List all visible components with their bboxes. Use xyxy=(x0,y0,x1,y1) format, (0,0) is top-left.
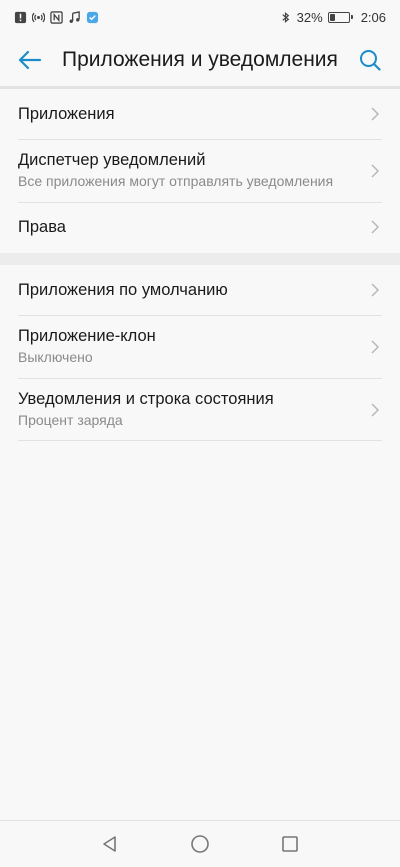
battery-percent: 32% xyxy=(296,9,323,25)
settings-screen: 32% 2:06 Приложения и уведомления Прилож… xyxy=(0,0,400,867)
list-item-subtitle: Все приложения могут отправлять уведомле… xyxy=(18,173,334,189)
status-bar: 32% 2:06 xyxy=(0,0,400,34)
list-item-title: Приложение-клон xyxy=(18,327,156,345)
music-note-icon xyxy=(69,10,80,23)
home-circle-icon xyxy=(191,835,209,853)
list-item-default-apps[interactable]: Приложения по умолчанию xyxy=(0,265,400,315)
app-header: Приложения и уведомления xyxy=(0,34,400,86)
settings-group-1: Приложения Диспетчер уведомлений Все при… xyxy=(0,89,400,252)
navigation-bar xyxy=(0,820,400,867)
list-item-subtitle: Процент заряда xyxy=(18,412,123,428)
chevron-right-icon xyxy=(371,402,380,417)
chevron-right-icon xyxy=(371,163,380,178)
list-item-title: Права xyxy=(18,217,66,236)
nfc-icon xyxy=(50,10,63,24)
clock: 2:06 xyxy=(360,9,386,25)
battery-level-fill xyxy=(329,13,336,21)
group-separator xyxy=(0,253,400,265)
nav-recents-button[interactable] xyxy=(279,833,301,855)
list-item-title: Приложения xyxy=(18,104,115,123)
nav-back-button[interactable] xyxy=(99,833,121,855)
list-item-title: Диспетчер уведомлений xyxy=(18,151,206,169)
status-left-icons xyxy=(14,10,99,24)
back-arrow-icon xyxy=(18,50,42,70)
search-icon xyxy=(360,50,381,71)
list-item-title: Приложения по умолчанию xyxy=(18,280,228,299)
hotspot-icon xyxy=(32,12,45,22)
settings-group-2: Приложения по умолчанию Приложение-клон … xyxy=(0,265,400,441)
nav-home-button[interactable] xyxy=(189,833,211,855)
recents-square-icon xyxy=(282,836,298,852)
chevron-right-icon xyxy=(371,339,380,354)
list-item-subtitle: Выключено xyxy=(18,349,93,365)
page-title: Приложения и уведомления xyxy=(62,48,338,71)
bluetooth-icon xyxy=(281,11,289,23)
back-triangle-icon xyxy=(103,836,116,852)
alert-icon xyxy=(14,11,27,23)
search-button[interactable] xyxy=(340,34,400,86)
status-right-icons: 32% 2:06 xyxy=(279,10,386,25)
list-item-notifications-status-bar[interactable]: Уведомления и строка состояния Процент з… xyxy=(0,378,400,441)
app-notification-icon xyxy=(86,11,99,23)
list-item-permissions[interactable]: Права xyxy=(0,202,400,252)
back-button[interactable] xyxy=(0,34,60,86)
chevron-right-icon xyxy=(371,107,380,121)
chevron-right-icon xyxy=(371,283,380,297)
list-item-apps[interactable]: Приложения xyxy=(0,89,400,139)
battery-icon xyxy=(327,11,353,23)
list-item-app-twin[interactable]: Приложение-клон Выключено xyxy=(0,315,400,378)
chevron-right-icon xyxy=(371,220,380,234)
list-item-title: Уведомления и строка состояния xyxy=(18,390,274,408)
list-item-notification-manager[interactable]: Диспетчер уведомлений Все приложения мог… xyxy=(0,139,400,202)
